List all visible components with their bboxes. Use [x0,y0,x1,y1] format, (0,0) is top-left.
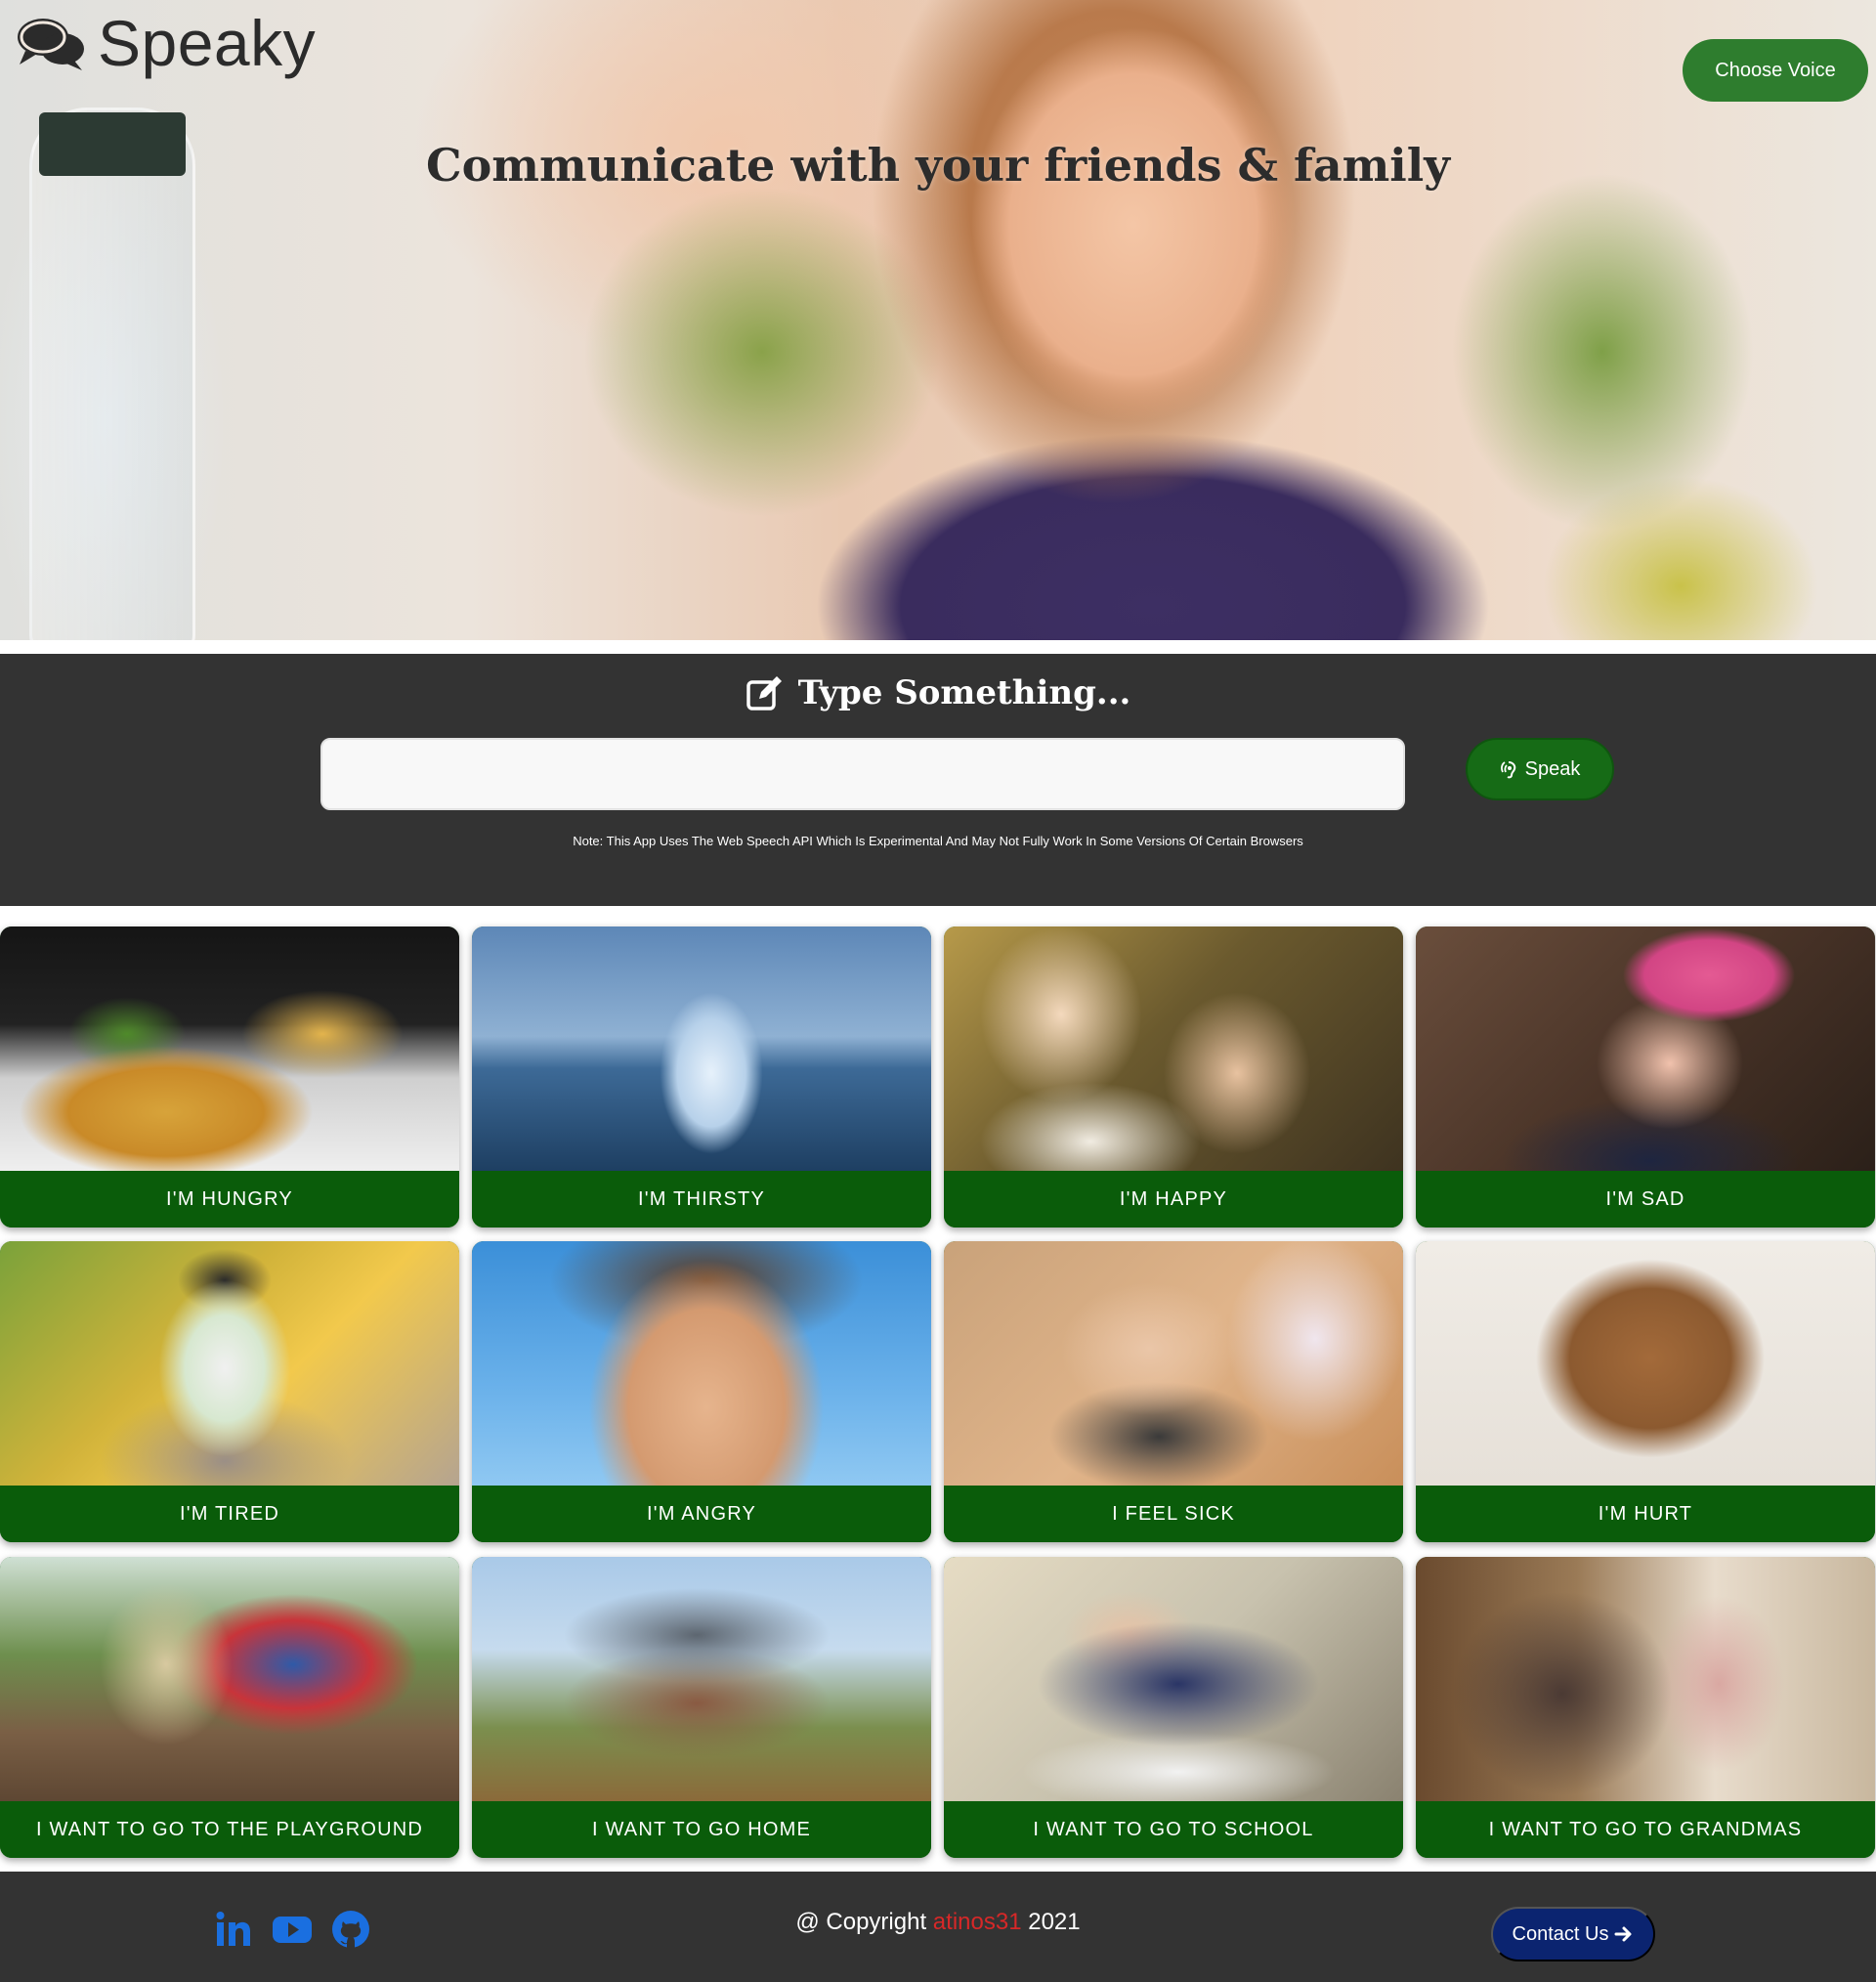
phrase-card-label: I'M SAD [1416,1171,1875,1228]
phrase-card-hurt[interactable]: I'M HURT [1416,1241,1875,1542]
phrase-card-sick[interactable]: I FEEL SICK [944,1241,1403,1542]
teddy-bear-image [1416,1241,1875,1486]
phrase-card-label: I'M HURT [1416,1486,1875,1542]
phrase-card-playground[interactable]: I WANT TO GO TO THE PLAYGROUND [0,1557,459,1858]
speak-button[interactable]: Speak [1466,738,1614,800]
phrase-card-label: I WANT TO GO TO GRANDMAS [1416,1801,1875,1858]
water-glass-image [472,926,931,1171]
yawning-child-image [0,1241,459,1486]
arrow-right-icon [1614,1926,1632,1942]
hero-title: Communicate with your friends & family [425,139,1450,192]
phrase-card-label: I WANT TO GO TO THE PLAYGROUND [0,1801,459,1858]
contact-us-button[interactable]: Contact Us [1491,1907,1655,1961]
copyright-year: 2021 [1028,1909,1081,1935]
speak-label: Speak [1524,757,1581,780]
angry-boy-image [472,1241,931,1486]
type-section: Type Something... Speak Note: This App U… [0,654,1876,906]
phrase-card-tired[interactable]: I'M TIRED [0,1241,459,1542]
copyright-author-link[interactable]: atinos31 [933,1909,1022,1935]
phrase-card-label: I WANT TO GO TO SCHOOL [944,1801,1403,1858]
browser-note: Note: This App Uses The Web Speech API W… [573,834,1303,848]
phrase-card-school[interactable]: I WANT TO GO TO SCHOOL [944,1557,1403,1858]
playground-image [0,1557,459,1801]
speech-text-input[interactable] [320,738,1405,810]
type-heading: Type Something... [0,673,1876,712]
house-image [472,1557,931,1801]
brand-logo[interactable]: Speaky [16,6,316,80]
happy-children-image [944,926,1403,1171]
type-heading-text: Type Something... [797,673,1131,712]
edit-icon [746,676,782,711]
phrase-card-grandmas[interactable]: I WANT TO GO TO GRANDMAS [1416,1557,1875,1858]
phrase-card-label: I FEEL SICK [944,1486,1403,1542]
phrase-card-label: I'M ANGRY [472,1486,931,1542]
phrase-card-label: I'M THIRSTY [472,1171,931,1228]
phrase-card-label: I'M TIRED [0,1486,459,1542]
hero-banner: Speaky Choose Voice Communicate with you… [0,0,1876,640]
phrase-card-home[interactable]: I WANT TO GO HOME [472,1557,931,1858]
pizza-image [0,926,459,1171]
phrase-card-label: I WANT TO GO HOME [472,1801,931,1858]
grandmother-image [1416,1557,1875,1801]
copyright-prefix: @ Copyright [795,1909,927,1935]
phrase-card-angry[interactable]: I'M ANGRY [472,1241,931,1542]
phrase-card-label: I'M HAPPY [944,1171,1403,1228]
phrase-card-sad[interactable]: I'M SAD [1416,926,1875,1228]
crying-child-image [1416,926,1875,1171]
brand-name: Speaky [98,7,317,79]
section-divider [0,640,1876,654]
phrase-card-thirsty[interactable]: I'M THIRSTY [472,926,931,1228]
sick-child-image [944,1241,1403,1486]
speech-icon [1500,761,1515,779]
comments-icon [18,19,84,70]
phrase-card-label: I'M HUNGRY [0,1171,459,1228]
phrase-card-hungry[interactable]: I'M HUNGRY [0,926,459,1228]
contact-us-label: Contact Us [1512,1922,1609,1945]
footer: @ Copyright atinos31 2021 Contact Us [0,1872,1876,1982]
choose-voice-button[interactable]: Choose Voice [1683,39,1868,102]
classroom-image [944,1557,1403,1801]
phrase-card-happy[interactable]: I'M HAPPY [944,926,1403,1228]
